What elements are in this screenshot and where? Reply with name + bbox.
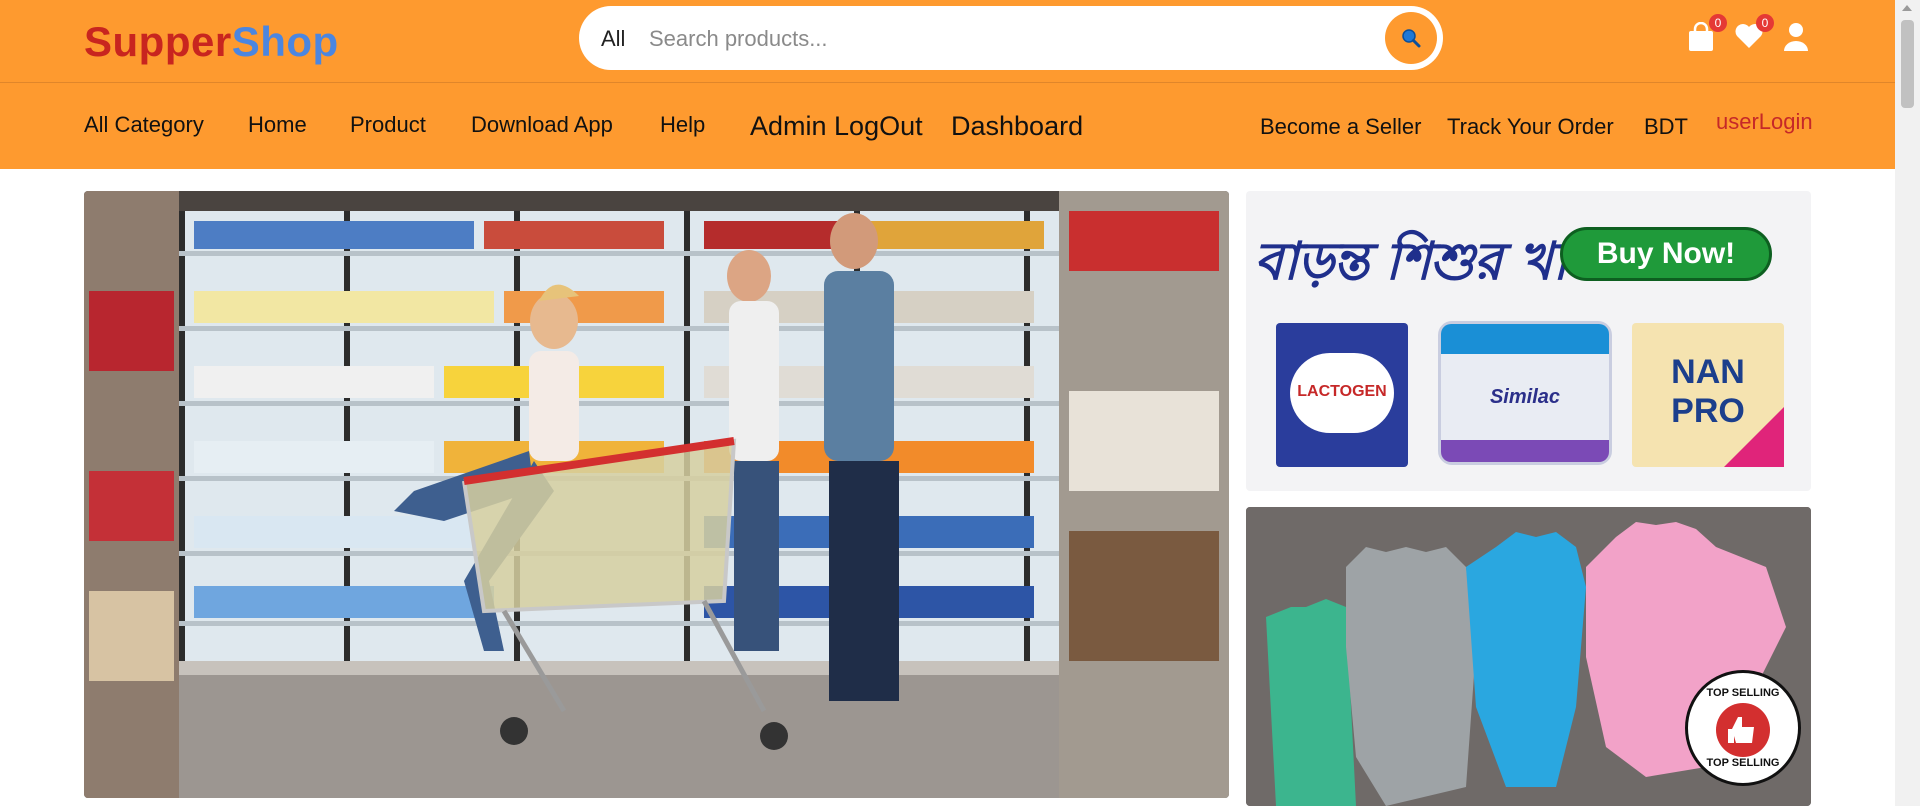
nav-user-login[interactable]: userLogin	[1716, 109, 1813, 135]
nav-help[interactable]: Help	[660, 112, 705, 138]
top-header: SupperShop All 0 0	[0, 0, 1895, 83]
search-category-select[interactable]: All	[601, 26, 625, 52]
logo-text-supper: Supper	[84, 18, 232, 65]
nav-admin-logout[interactable]: Admin LogOut	[750, 111, 923, 142]
product-lactogen-label: LACTOGEN	[1297, 383, 1387, 400]
product-nan-pro: NAN PRO	[1632, 323, 1784, 467]
site-logo[interactable]: SupperShop	[84, 18, 339, 66]
nav-track-order[interactable]: Track Your Order	[1447, 114, 1614, 140]
nav-product[interactable]: Product	[350, 112, 426, 138]
promo-banner-gloves[interactable]: TOP SELLING TOP SELLING	[1246, 507, 1811, 806]
page-scrollbar[interactable]	[1895, 0, 1920, 806]
search-button[interactable]	[1385, 12, 1437, 64]
currency-selector[interactable]: BDT	[1644, 114, 1688, 140]
nav-dashboard[interactable]: Dashboard	[951, 111, 1083, 142]
promo-headline: বাড়ন্ত শিশুর খাদ্য	[1254, 231, 1609, 292]
product-similac-label: Similac	[1489, 386, 1561, 408]
cart-button[interactable]: 0	[1687, 14, 1727, 54]
wishlist-count-badge: 0	[1756, 14, 1774, 32]
account-button[interactable]	[1782, 22, 1814, 54]
search-icon	[1402, 29, 1421, 48]
scroll-up-arrow-icon[interactable]	[1902, 5, 1912, 11]
stamp-text-top: TOP SELLING	[1706, 687, 1780, 699]
logo-text-shop: Shop	[231, 18, 339, 65]
search-bar: All	[579, 6, 1443, 70]
nav-home[interactable]: Home	[248, 112, 307, 138]
product-lactogen: LACTOGEN	[1276, 323, 1408, 467]
product-similac: Similac	[1438, 321, 1612, 465]
cart-count-badge: 0	[1709, 14, 1727, 32]
hero-supermarket-image	[84, 191, 1229, 798]
nav-download-app[interactable]: Download App	[471, 112, 613, 138]
nav-all-category[interactable]: All Category	[84, 112, 204, 138]
buy-now-button[interactable]: Buy Now!	[1560, 227, 1772, 281]
top-selling-stamp: TOP SELLING TOP SELLING	[1685, 670, 1801, 786]
search-input[interactable]	[647, 20, 1331, 58]
promo-banner-baby-food[interactable]: বাড়ন্ত শিশুর খাদ্য Buy Now! LACTOGEN Si…	[1246, 191, 1811, 491]
hero-banner[interactable]	[84, 191, 1229, 798]
user-icon	[1784, 23, 1808, 51]
wishlist-button[interactable]: 0	[1734, 14, 1774, 54]
stamp-text-bottom: TOP SELLING	[1706, 757, 1780, 769]
nav-become-seller[interactable]: Become a Seller	[1260, 114, 1421, 140]
thumbs-up-icon	[1716, 703, 1770, 757]
scrollbar-thumb[interactable]	[1901, 20, 1914, 108]
